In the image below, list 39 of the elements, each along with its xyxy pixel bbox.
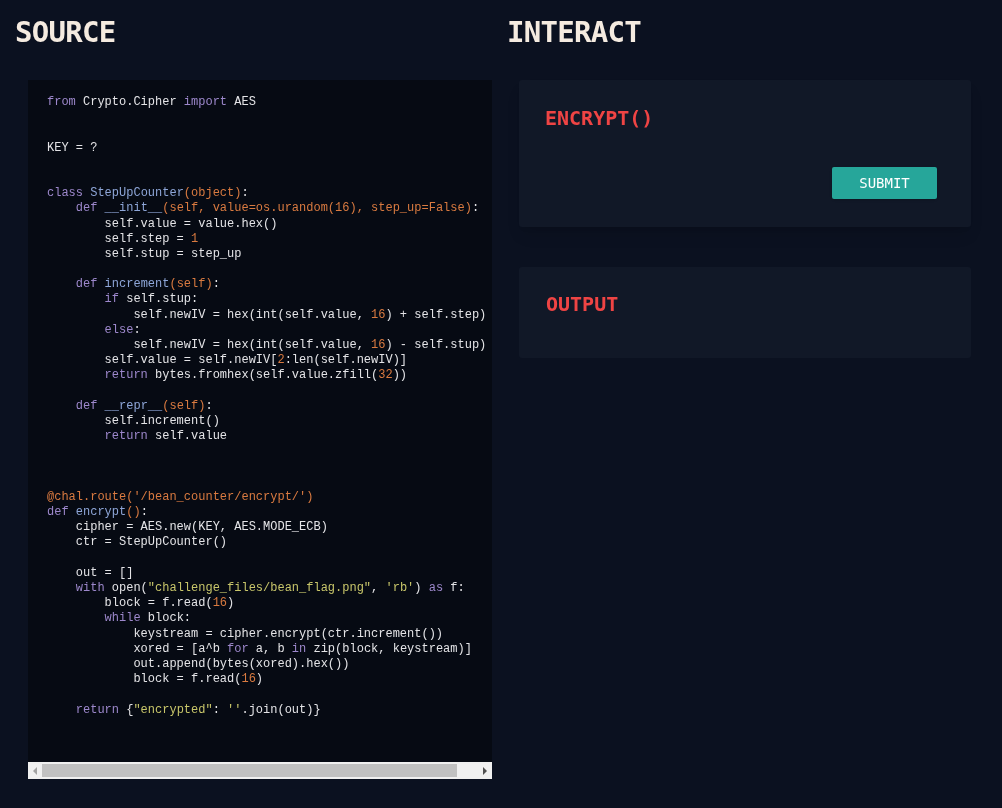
code-line: def encrypt(): [47, 505, 148, 520]
code-line: if self.stup: [103, 292, 199, 307]
section-heading: INTERACT [507, 14, 641, 50]
code-line: def __repr__(self): [74, 398, 213, 413]
code-line: cipher = AES.new(KEY, AES.MODE_ECB) [74, 520, 328, 535]
card-title: OUTPUT [546, 292, 619, 316]
code-line: return bytes.fromhex(self.value.zfill(32)) [103, 368, 408, 383]
code-line: self.newIV = hex(int(self.value, 16) + self.step) [132, 307, 487, 322]
code-line: with open("challenge_files/bean_flag.png", 'rb') as f: [74, 581, 465, 595]
code-line: ctr = StepUpCounter() [74, 535, 228, 550]
code-line: self.value = value.hex() [103, 216, 278, 231]
code-line: return self.value [103, 429, 228, 444]
left-arrow-icon[interactable] [31, 766, 39, 775]
code-line: KEY = ? [47, 140, 98, 155]
submit-button[interactable]: SUBMIT [832, 167, 937, 199]
code-line: xored = [a^b for a, b in zip(block, keystream)] [132, 641, 472, 656]
code-line: out.append(bytes(xored).hex()) [132, 656, 350, 671]
code-line: self.stup = step_up [103, 246, 242, 261]
code-line: while block: [103, 611, 192, 626]
code-line: self.value = self.newIV[2:len(self.newIV)] [103, 353, 408, 368]
right-arrow-icon[interactable] [481, 766, 489, 775]
code-line: block = f.read(16) [132, 672, 264, 687]
horizontal-scrollbar[interactable] [28, 762, 492, 779]
code-line: class StepUpCounter(object): [47, 186, 249, 201]
code-line: def increment(self): [74, 277, 220, 292]
code-line: else: [103, 322, 141, 337]
code-line: def __init__(self, value=os.urandom(16), step_up=False): [74, 201, 480, 216]
scrollbar-thumb[interactable] [42, 764, 457, 777]
code-line: out = [] [74, 565, 134, 580]
code-line: self.step = 1 [103, 231, 199, 246]
code-line: self.newIV = hex(int(self.value, 16) - self.stup) [132, 338, 487, 352]
code-line: keystream = cipher.encrypt(ctr.increment()) [132, 626, 444, 641]
code-line: from Crypto.Cipher import AES [47, 95, 256, 109]
section-heading: SOURCE [15, 14, 116, 50]
code-line: return {"encrypted": ''.join(out)} [74, 702, 321, 717]
code-line: block = f.read(16) [103, 596, 235, 611]
code-line: self.increment() [103, 413, 220, 428]
card-title: ENCRYPT() [545, 106, 654, 130]
code-line: @chal.route('/bean_counter/encrypt/') [47, 489, 314, 504]
